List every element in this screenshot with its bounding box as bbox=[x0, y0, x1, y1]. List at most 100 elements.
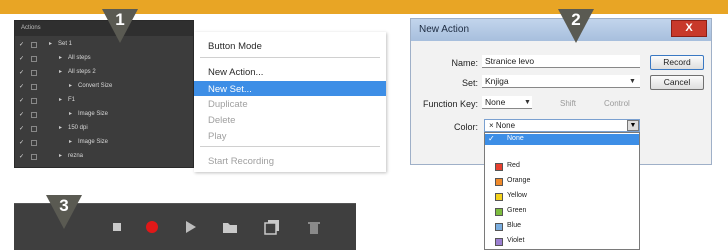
color-option-none[interactable]: ✓ None bbox=[485, 134, 639, 145]
color-option-violet[interactable]: Violet bbox=[485, 236, 639, 247]
action-row[interactable]: ✓ ▸ All steps bbox=[15, 54, 193, 64]
color-option-blue[interactable]: Blue bbox=[485, 221, 639, 232]
step-badge-1: 1 bbox=[100, 7, 140, 47]
set-select[interactable]: Knjiga bbox=[482, 75, 640, 88]
dialog-toggle-icon[interactable] bbox=[31, 154, 37, 160]
dialog-toggle-icon[interactable] bbox=[31, 126, 37, 132]
menu-item-play[interactable]: Play bbox=[194, 128, 386, 143]
color-option-label: Orange bbox=[507, 177, 531, 184]
action-row[interactable]: ✓ ▸ 150 dpi bbox=[15, 124, 193, 134]
action-row-label: 150 dpi bbox=[68, 125, 88, 131]
function-key-label: Function Key: bbox=[422, 99, 478, 109]
action-row[interactable]: ✓ ▸ Image Size bbox=[15, 138, 193, 148]
disclosure-triangle-icon[interactable]: ▸ bbox=[59, 124, 62, 131]
chevron-down-icon: ▼ bbox=[524, 99, 531, 106]
menu-item-duplicate[interactable]: Duplicate bbox=[194, 96, 386, 111]
checkmark-icon[interactable]: ✓ bbox=[19, 69, 24, 76]
disclosure-triangle-icon[interactable]: ▸ bbox=[69, 82, 72, 89]
chevron-down-icon[interactable]: ▼ bbox=[627, 120, 639, 131]
checkmark-icon[interactable]: ✓ bbox=[19, 41, 24, 48]
dialog-toggle-icon[interactable] bbox=[31, 98, 37, 104]
color-swatch-icon bbox=[495, 208, 503, 216]
color-swatch-icon bbox=[495, 163, 503, 171]
action-row-label: rezna bbox=[68, 153, 84, 159]
record-button[interactable]: Record bbox=[650, 55, 704, 70]
menu-item-delete[interactable]: Delete bbox=[194, 112, 386, 127]
step-number: 1 bbox=[115, 10, 125, 29]
color-dropdown-list: ✓ None Red Orange Yellow Green Blue Violet bbox=[484, 132, 640, 250]
disclosure-triangle-icon[interactable]: ▸ bbox=[59, 152, 62, 159]
color-option-label: Green bbox=[507, 207, 527, 214]
play-icon[interactable] bbox=[182, 219, 198, 235]
action-row-label: Image Size bbox=[78, 139, 109, 145]
color-option-label: Violet bbox=[507, 237, 525, 244]
stop-icon[interactable] bbox=[109, 219, 125, 235]
checkmark-icon[interactable]: ✓ bbox=[19, 55, 24, 62]
action-row[interactable]: ✓ ▸ Convert Size bbox=[15, 82, 193, 92]
menu-separator bbox=[200, 57, 380, 58]
action-row-label: F1 bbox=[68, 97, 76, 103]
color-select[interactable]: × None bbox=[484, 119, 640, 132]
folder-icon[interactable] bbox=[222, 219, 238, 235]
color-swatch-icon bbox=[495, 223, 503, 231]
color-option-label: Yellow bbox=[507, 192, 527, 199]
shift-checkbox[interactable]: Shift bbox=[560, 99, 576, 108]
action-row[interactable]: ✓ ▸ All steps 2 bbox=[15, 68, 193, 78]
control-checkbox[interactable]: Control bbox=[604, 99, 630, 108]
menu-item-new-set[interactable]: New Set... bbox=[194, 81, 386, 96]
menu-item-start-recording[interactable]: Start Recording bbox=[194, 153, 386, 168]
checkmark-icon[interactable]: ✓ bbox=[19, 83, 24, 90]
new-action-icon[interactable] bbox=[264, 219, 280, 235]
action-row-label: Image Size bbox=[78, 111, 109, 117]
color-label: Color: bbox=[453, 122, 478, 132]
actions-flyout-menu: Button Mode New Action... New Set... Dup… bbox=[194, 32, 386, 172]
dialog-toggle-icon[interactable] bbox=[31, 140, 37, 146]
color-swatch-icon bbox=[495, 238, 503, 246]
checkmark-icon[interactable]: ✓ bbox=[19, 97, 24, 104]
trash-icon[interactable] bbox=[306, 219, 322, 235]
close-button[interactable]: X bbox=[671, 20, 707, 37]
color-option-yellow[interactable]: Yellow bbox=[485, 191, 639, 202]
disclosure-triangle-icon[interactable]: ▸ bbox=[59, 68, 62, 75]
color-option-red[interactable]: Red bbox=[485, 161, 639, 172]
chevron-down-icon: ▼ bbox=[629, 78, 636, 85]
color-swatch-icon bbox=[495, 193, 503, 201]
step-number: 3 bbox=[59, 196, 69, 215]
checkmark-icon: ✓ bbox=[488, 134, 495, 143]
cancel-button[interactable]: Cancel bbox=[650, 75, 704, 90]
disclosure-triangle-icon[interactable]: ▸ bbox=[49, 40, 52, 47]
action-row-label: All steps bbox=[68, 55, 91, 61]
color-option-label: Blue bbox=[507, 222, 522, 229]
action-row[interactable]: ✓ ▸ F1 bbox=[15, 96, 193, 106]
dialog-toggle-icon[interactable] bbox=[31, 42, 37, 48]
dialog-toggle-icon[interactable] bbox=[31, 56, 37, 62]
checkmark-icon[interactable]: ✓ bbox=[19, 125, 24, 132]
disclosure-triangle-icon[interactable]: ▸ bbox=[59, 96, 62, 103]
name-input[interactable]: Stranice levo bbox=[482, 55, 640, 68]
color-option-label: Red bbox=[507, 162, 520, 169]
dialog-toggle-icon[interactable] bbox=[31, 84, 37, 90]
checkmark-icon[interactable]: ✓ bbox=[19, 153, 24, 160]
action-row-label: All steps 2 bbox=[68, 69, 96, 75]
color-option-orange[interactable]: Orange bbox=[485, 176, 639, 187]
menu-separator bbox=[200, 146, 380, 147]
step-badge-2: 2 bbox=[556, 7, 596, 47]
dialog-toggle-icon[interactable] bbox=[31, 70, 37, 76]
dialog-toggle-icon[interactable] bbox=[31, 112, 37, 118]
disclosure-triangle-icon[interactable]: ▸ bbox=[69, 138, 72, 145]
action-row[interactable]: ✓ ▸ Image Size bbox=[15, 110, 193, 120]
disclosure-triangle-icon[interactable]: ▸ bbox=[69, 110, 72, 117]
menu-item-new-action[interactable]: New Action... bbox=[194, 64, 386, 79]
step-number: 2 bbox=[571, 10, 581, 29]
checkmark-icon[interactable]: ✓ bbox=[19, 111, 24, 118]
checkmark-icon[interactable]: ✓ bbox=[19, 139, 24, 146]
set-label: Set: bbox=[461, 78, 478, 88]
menu-item-button-mode[interactable]: Button Mode bbox=[194, 38, 386, 53]
color-option-green[interactable]: Green bbox=[485, 206, 639, 217]
color-option-label: None bbox=[507, 135, 524, 142]
disclosure-triangle-icon[interactable]: ▸ bbox=[59, 54, 62, 61]
record-icon[interactable] bbox=[144, 219, 160, 235]
action-row-label: Convert Size bbox=[78, 83, 113, 89]
none-swatch-icon: × bbox=[489, 121, 496, 130]
action-row[interactable]: ✓ ▸ rezna bbox=[15, 152, 193, 162]
